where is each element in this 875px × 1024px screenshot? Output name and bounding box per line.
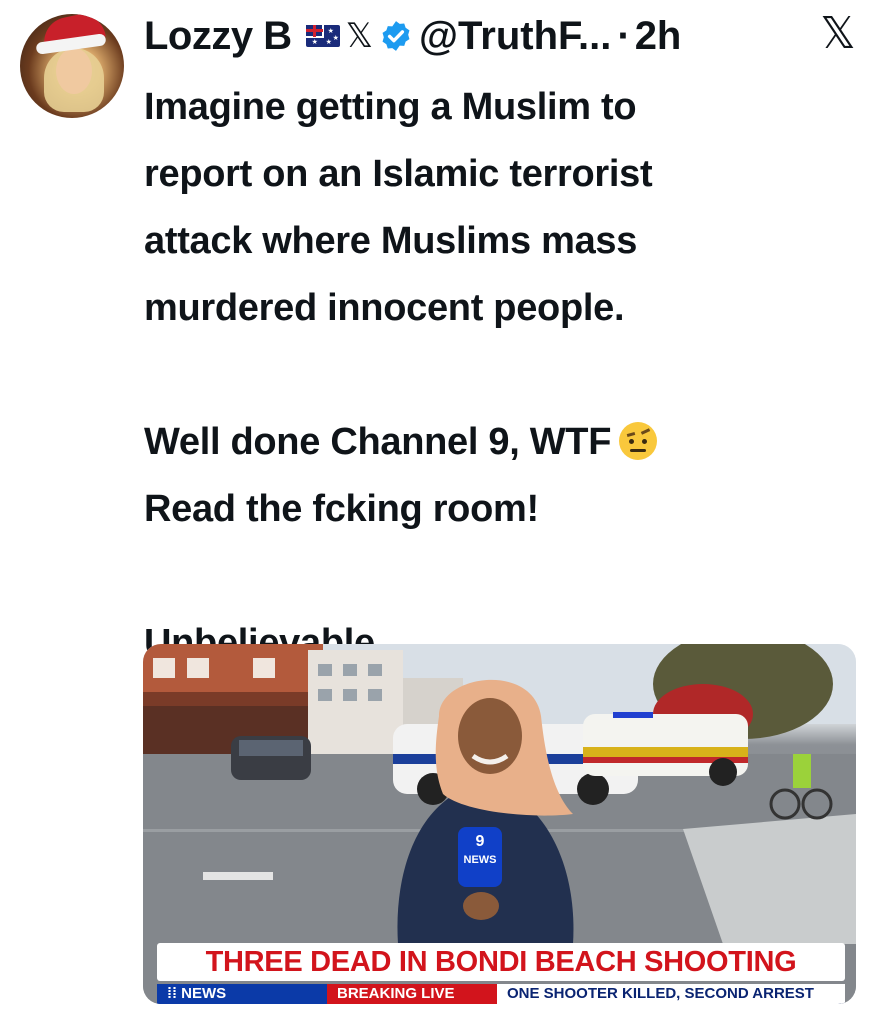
author-name[interactable]: Lozzy B bbox=[144, 14, 292, 59]
avatar[interactable] bbox=[20, 14, 124, 118]
tweet-line: murdered innocent people. bbox=[144, 287, 625, 329]
tweet-line-with-emoji: Well done Channel 9, WTF bbox=[144, 409, 844, 476]
tweet-header: Lozzy B ★ ★ ★ ★ 𝕏 @TruthF... · 2h bbox=[144, 10, 681, 62]
raised-eyebrow-emoji-icon bbox=[619, 422, 658, 460]
ticker-text: ONE SHOOTER KILLED, SECOND ARREST bbox=[497, 984, 845, 1004]
news-chyron: THREE DEAD IN BONDI BEACH SHOOTING bbox=[157, 943, 845, 981]
tweet-line: report on an Islamic terrorist bbox=[144, 153, 653, 195]
x-logo-icon: 𝕏 bbox=[345, 17, 374, 55]
tweet-timestamp[interactable]: 2h bbox=[635, 14, 682, 59]
australia-flag-icon: ★ ★ ★ ★ bbox=[305, 25, 340, 47]
verified-badge-icon bbox=[382, 21, 410, 51]
author-handle[interactable]: @TruthF... bbox=[419, 14, 611, 59]
channel-9-microphone: 9 NEWS bbox=[458, 827, 502, 887]
mic-logo-text: NEWS bbox=[463, 854, 497, 866]
tweet-line: Read the fcking room! bbox=[144, 488, 539, 530]
ticker-live-label: BREAKING LIVE bbox=[327, 984, 497, 1004]
tweet-line: Imagine getting a Muslim to bbox=[144, 86, 637, 128]
tweet-line: Well done Channel 9, WTF bbox=[144, 421, 612, 463]
x-logo-icon[interactable]: 𝕏 bbox=[818, 10, 858, 58]
separator-dot: · bbox=[617, 13, 631, 58]
mic-logo-number: 9 bbox=[475, 833, 485, 850]
tweet-media-image[interactable]: 9 NEWS THREE DEAD IN BONDI BEACH SHOOTIN… bbox=[143, 644, 856, 1004]
tweet-line: attack where Muslims mass bbox=[144, 220, 638, 262]
news-ticker: ⁞⁞ NEWS BREAKING LIVE ONE SHOOTER KILLED, … bbox=[157, 984, 845, 1004]
avatar-face bbox=[56, 48, 92, 94]
tweet-body: Imagine getting a Muslim to report on an… bbox=[144, 74, 844, 677]
ticker-logo: ⁞⁞ NEWS bbox=[157, 984, 327, 1004]
